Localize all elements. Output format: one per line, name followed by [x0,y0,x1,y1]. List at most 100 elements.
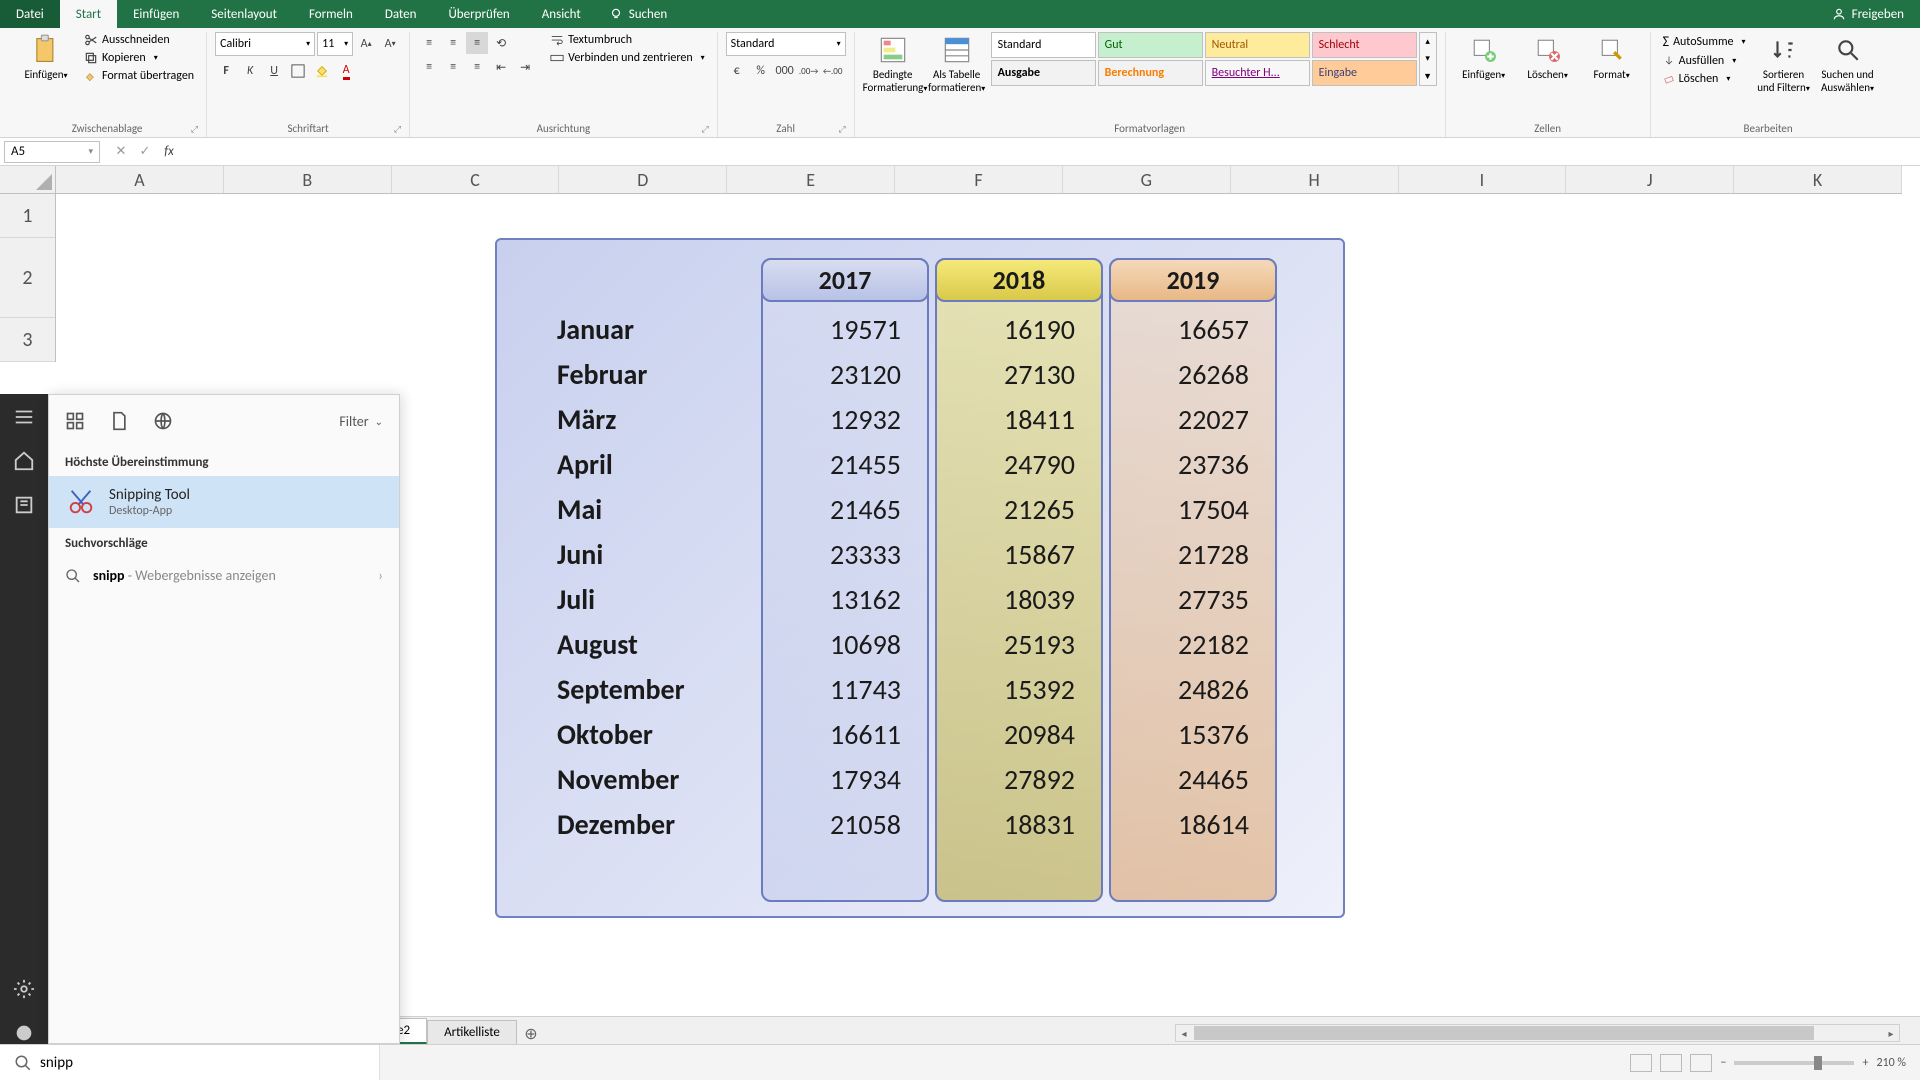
search-filter-dropdown[interactable]: Filter⌄ [339,413,383,430]
search-suggestion-web[interactable]: snipp - Webergebnisse anzeigen › [49,557,399,594]
accounting-format-button[interactable]: € [726,60,748,82]
share-button[interactable]: Freigeben [1816,0,1920,28]
tab-seitenlayout[interactable]: Seitenlayout [195,0,293,28]
align-middle-button[interactable]: ≡ [442,32,464,54]
style-eingabe[interactable]: Eingabe [1312,60,1417,86]
column-header[interactable]: I [1399,166,1567,193]
autosum-button[interactable]: ΣAutoSumme▾ [1659,32,1750,51]
tab-start[interactable]: Start [60,0,117,28]
tab-datei[interactable]: Datei [0,0,60,28]
column-header[interactable]: D [559,166,727,193]
italic-button[interactable]: K [239,60,261,82]
style-schlecht[interactable]: Schlecht [1312,32,1417,58]
add-sheet-button[interactable]: ⊕ [517,1024,545,1044]
tell-me-search[interactable]: Suchen [597,0,679,28]
row-header[interactable]: 2 [0,238,55,318]
font-size-dropdown[interactable]: 11▾ [317,32,353,56]
row-header[interactable]: 1 [0,194,55,238]
number-launcher[interactable]: ⤢ [838,124,845,135]
gear-icon[interactable] [13,978,35,1000]
fill-color-button[interactable] [311,60,333,82]
clipboard-launcher[interactable]: ⤢ [191,124,198,135]
font-launcher[interactable]: ⤢ [394,124,401,135]
home-icon[interactable] [13,450,35,472]
comma-format-button[interactable]: 000 [774,60,796,82]
zoom-level[interactable]: 210 % [1876,1056,1906,1070]
fx-button[interactable]: fx [158,141,180,163]
increase-font-button[interactable]: A▴ [355,33,377,55]
wrap-text-button[interactable]: Textumbruch [546,32,709,48]
scroll-left-button[interactable]: ◂ [1176,1025,1192,1041]
tab-einfuegen[interactable]: Einfügen [117,0,195,28]
taskbar-search-input[interactable] [40,1054,365,1072]
column-header[interactable]: B [224,166,392,193]
format-as-table-button[interactable]: Als Tabelle formatieren▾ [927,32,987,94]
clear-button[interactable]: Löschen▾ [1659,71,1750,87]
view-page-layout-button[interactable] [1660,1054,1682,1072]
tab-daten[interactable]: Daten [369,0,433,28]
bold-button[interactable]: F [215,60,237,82]
column-header[interactable]: F [895,166,1063,193]
formula-input[interactable] [186,141,1920,163]
horizontal-scrollbar[interactable]: ◂ ▸ [1175,1024,1900,1042]
column-header[interactable]: J [1566,166,1734,193]
align-center-button[interactable]: ≡ [442,56,464,78]
align-top-button[interactable]: ≡ [418,32,440,54]
column-header[interactable]: A [56,166,224,193]
row-header[interactable]: 3 [0,318,55,362]
column-header[interactable]: H [1231,166,1399,193]
increase-indent-button[interactable]: ⇥ [514,56,536,78]
style-standard[interactable]: Standard [991,32,1096,58]
zoom-slider[interactable] [1734,1061,1854,1065]
border-button[interactable] [287,60,309,82]
decrease-decimal-button[interactable]: ←.00 [822,60,844,82]
increase-decimal-button[interactable]: .00→ [798,60,820,82]
number-format-dropdown[interactable]: Standard▾ [726,32,846,56]
cortana-icon[interactable] [13,1022,35,1044]
search-result-snipping-tool[interactable]: Snipping Tool Desktop-App [49,476,399,528]
decrease-indent-button[interactable]: ⇤ [490,56,512,78]
percent-format-button[interactable]: % [750,60,772,82]
enter-formula-button[interactable]: ✓ [134,141,156,163]
font-name-dropdown[interactable]: Calibri▾ [215,32,315,56]
tab-ueberpruefen[interactable]: Überprüfen [432,0,525,28]
orientation-button[interactable]: ⟲ [490,32,512,54]
web-scope-icon[interactable] [153,411,173,431]
select-all-button[interactable] [0,166,56,194]
scroll-right-button[interactable]: ▸ [1883,1025,1899,1041]
find-select-button[interactable]: Suchen und Auswählen▾ [1818,32,1878,94]
format-painter-button[interactable]: Format übertragen [80,68,198,84]
align-right-button[interactable]: ≡ [466,56,488,78]
hamburger-icon[interactable] [13,406,35,428]
style-berechnung[interactable]: Berechnung [1098,60,1203,86]
scroll-thumb[interactable] [1194,1026,1814,1040]
copy-button[interactable]: Kopieren▾ [80,50,198,66]
insert-cells-button[interactable]: Einfügen▾ [1454,32,1514,81]
column-header[interactable]: C [392,166,560,193]
delete-cells-button[interactable]: Löschen▾ [1518,32,1578,81]
decrease-font-button[interactable]: A▾ [379,33,401,55]
fill-button[interactable]: Ausfüllen▾ [1659,53,1750,69]
tab-formeln[interactable]: Formeln [293,0,369,28]
zoom-out-button[interactable]: − [1720,1056,1726,1070]
align-left-button[interactable]: ≡ [418,56,440,78]
apps-scope-icon[interactable] [65,411,85,431]
merge-center-button[interactable]: Verbinden und zentrieren▾ [546,50,709,66]
alignment-launcher[interactable]: ⤢ [701,124,708,135]
paste-button[interactable]: Einfügen▾ [16,32,76,81]
conditional-formatting-button[interactable]: Bedingte Formatierung▾ [863,32,923,94]
view-page-break-button[interactable] [1690,1054,1712,1072]
style-besuchter-link[interactable]: Besuchter H... [1205,60,1310,86]
styles-gallery-more[interactable]: ▴▾▼ [1419,32,1437,86]
view-normal-button[interactable] [1630,1054,1652,1072]
clock-icon[interactable] [13,494,35,516]
sheet-tab-artikelliste[interactable]: Artikelliste [427,1020,517,1044]
zoom-in-button[interactable]: + [1862,1056,1868,1070]
taskbar-search-box[interactable] [0,1045,380,1080]
column-header[interactable]: E [727,166,895,193]
align-bottom-button[interactable]: ≡ [466,32,488,54]
font-color-button[interactable]: A [335,60,357,82]
format-cells-button[interactable]: Format▾ [1582,32,1642,81]
name-box[interactable]: A5▾ [4,141,100,163]
cut-button[interactable]: Ausschneiden [80,32,198,48]
